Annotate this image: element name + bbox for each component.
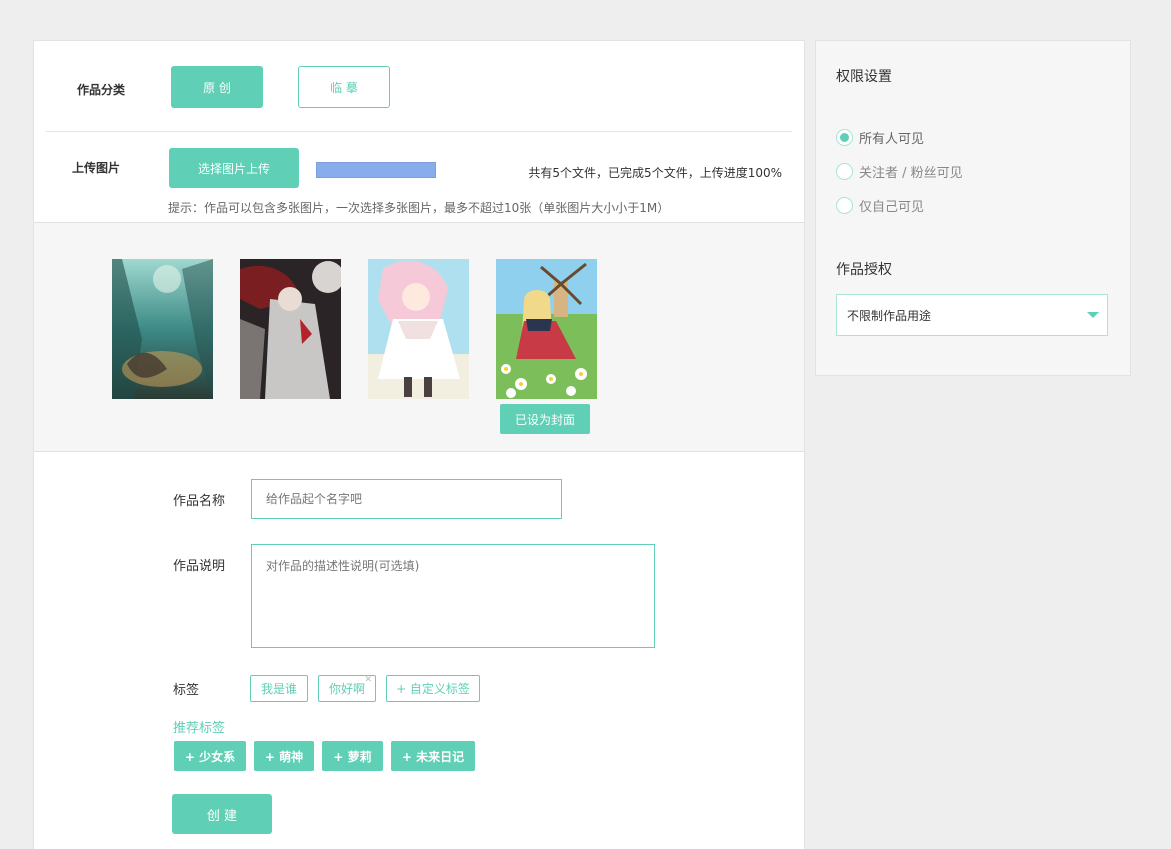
license-select-value: 不限制作品用途 <box>847 308 932 323</box>
tag-chip-label: 你好啊 <box>328 682 365 696</box>
upload-progress-bar <box>316 162 436 178</box>
cover-badge-button[interactable]: 已设为封面 <box>500 404 590 434</box>
radio-empty-icon <box>836 197 853 214</box>
tag-chip[interactable]: 我是谁 <box>250 675 308 702</box>
radio-label: 关注者 / 粉丝可见 <box>859 166 963 181</box>
license-title: 作品授权 <box>836 262 892 278</box>
tag-chip[interactable]: 你好啊 ✕ <box>318 675 376 702</box>
caret-down-icon <box>1087 312 1099 318</box>
radio-private[interactable]: 仅自己可见 <box>836 196 924 215</box>
radio-label: 所有人可见 <box>859 132 925 147</box>
radio-label: 仅自己可见 <box>859 200 925 215</box>
category-label: 作品分类 <box>77 83 126 97</box>
tags-label: 标签 <box>173 683 200 698</box>
create-button[interactable]: 创 建 <box>172 794 272 834</box>
radio-empty-icon <box>836 163 853 180</box>
description-label: 作品说明 <box>173 559 226 574</box>
license-select[interactable]: 不限制作品用途 <box>836 294 1108 336</box>
description-textarea[interactable] <box>251 544 655 648</box>
recommended-tags-title: 推荐标签 <box>173 721 226 736</box>
image-gallery: 已设为封面 <box>34 222 804 452</box>
main-panel: 作品分类 原 创 临 摹 上传图片 选择图片上传 共有5个文件，已完成5个文件，… <box>33 40 805 849</box>
custom-tag-button[interactable]: + 自定义标签 <box>386 675 480 702</box>
recommended-tag-button[interactable]: + 萝莉 <box>322 741 383 771</box>
divider <box>46 131 792 132</box>
thumbnail-image-cover[interactable] <box>496 259 597 399</box>
permissions-title: 权限设置 <box>836 69 892 85</box>
category-copy-button[interactable]: 临 摹 <box>298 66 390 108</box>
permissions-panel: 权限设置 所有人可见 关注者 / 粉丝可见 仅自己可见 作品授权 不限制作品用途 <box>815 40 1131 376</box>
upload-image-button[interactable]: 选择图片上传 <box>169 148 299 188</box>
upload-label: 上传图片 <box>72 161 121 175</box>
thumbnail-image[interactable] <box>112 259 213 399</box>
recommended-tag-button[interactable]: + 萌神 <box>254 741 314 771</box>
upload-hint: 提示：作品可以包含多张图片，一次选择多张图片，最多不超过10张（单张图片大小小于… <box>168 201 670 215</box>
radio-followers[interactable]: 关注者 / 粉丝可见 <box>836 162 963 181</box>
radio-public[interactable]: 所有人可见 <box>836 128 924 147</box>
radio-selected-icon <box>836 129 853 146</box>
tag-chip-label: 我是谁 <box>260 682 297 696</box>
recommended-tag-button[interactable]: + 少女系 <box>174 741 246 771</box>
upload-status: 共有5个文件，已完成5个文件，上传进度100% <box>528 166 782 180</box>
thumbnail-image[interactable] <box>240 259 341 399</box>
name-label: 作品名称 <box>173 494 226 509</box>
category-original-button[interactable]: 原 创 <box>171 66 263 108</box>
thumbnail-image[interactable] <box>368 259 469 399</box>
tag-remove-icon[interactable]: ✕ <box>364 675 372 685</box>
recommended-tag-button[interactable]: + 未来日记 <box>391 741 475 771</box>
upload-progress-fill <box>316 162 436 178</box>
name-input[interactable] <box>251 479 562 519</box>
